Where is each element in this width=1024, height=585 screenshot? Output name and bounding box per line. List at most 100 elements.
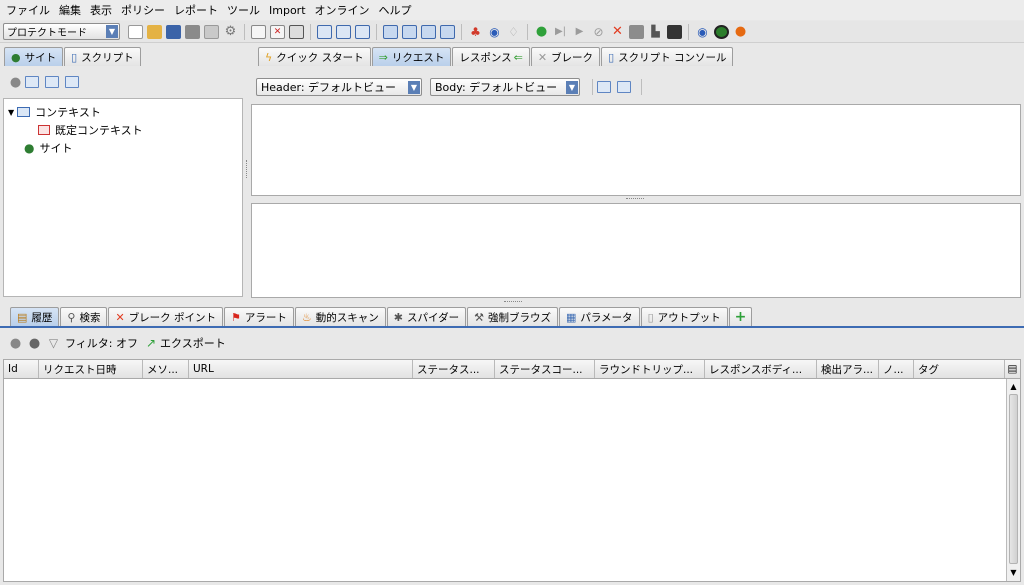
column-header-url[interactable]: URL: [189, 360, 413, 378]
search-icon: ⚲: [67, 310, 76, 324]
expand-triangle-icon[interactable]: ▼: [8, 108, 14, 117]
history-table-body[interactable]: [3, 378, 1021, 582]
vertical-scrollbar[interactable]: ▲ ▼: [1006, 379, 1020, 581]
new-context-icon[interactable]: [25, 76, 39, 88]
mode-select[interactable]: プロテクトモード ▼: [3, 23, 120, 40]
menu-import[interactable]: Import: [269, 4, 306, 17]
menu-report[interactable]: レポート: [174, 2, 218, 18]
column-header-status-code[interactable]: ステータスコー...: [495, 360, 595, 378]
main-horizontal-split-handle[interactable]: [504, 301, 522, 303]
column-header-alerts[interactable]: 検出アラ...: [817, 360, 879, 378]
options-gear-icon[interactable]: ⚙: [223, 24, 238, 39]
filter-status[interactable]: フィルタ: オフ: [65, 335, 138, 351]
lightbulb-icon[interactable]: ♢: [506, 25, 521, 39]
scroll-down-arrow-icon[interactable]: ▼: [1007, 565, 1020, 579]
session-properties-icon[interactable]: [204, 24, 219, 39]
menu-file[interactable]: ファイル: [6, 2, 50, 18]
body-view-select[interactable]: Body: デフォルトビュー ▼: [430, 78, 580, 96]
layout-full-icon[interactable]: [317, 24, 332, 39]
scroll-up-arrow-icon[interactable]: ▲: [1007, 379, 1020, 393]
hud-icon[interactable]: [714, 24, 729, 39]
tab-spider[interactable]: ✱ スパイダー: [386, 307, 467, 326]
add-tab-button[interactable]: +: [728, 307, 753, 326]
snapshot-icon[interactable]: [185, 24, 200, 39]
vertical-split-handle[interactable]: [246, 160, 248, 178]
tree-item-default-context[interactable]: 既定コンテキスト: [8, 121, 238, 139]
hide-tabs-icon[interactable]: ✕: [270, 24, 285, 39]
tab-alerts[interactable]: ⚑ アラート: [224, 307, 294, 326]
column-header-status[interactable]: ステータス...: [413, 360, 495, 378]
split-vertical-icon[interactable]: [617, 81, 631, 93]
proxy-icon[interactable]: ◉: [487, 25, 502, 39]
tab-quick-start[interactable]: ϟ クイック スタート: [258, 47, 371, 66]
import-context-icon[interactable]: [45, 76, 59, 88]
tab-history[interactable]: ▤ 履歴: [10, 307, 60, 326]
filter-funnel-icon[interactable]: ▽: [46, 336, 61, 350]
history-toolbar: ● ● ▽ フィルタ: オフ ↗ エクスポート: [0, 333, 1024, 353]
menu-help[interactable]: ヘルプ: [379, 2, 412, 18]
tab-response[interactable]: レスポンス ⇐: [452, 47, 530, 66]
column-header-note[interactable]: ノ...: [879, 360, 914, 378]
break-all-icon[interactable]: ●: [534, 24, 549, 39]
tab-output[interactable]: ▯ アウトプット: [640, 307, 728, 326]
chevron-down-icon: ▼: [566, 80, 578, 94]
export-button[interactable]: エクスポート: [160, 335, 226, 351]
menu-tools[interactable]: ツール: [227, 2, 260, 18]
request-header-panel[interactable]: [251, 104, 1021, 196]
split-horizontal-icon[interactable]: [597, 81, 611, 93]
drop-icon[interactable]: ⊘: [591, 25, 606, 39]
tree-item-sites[interactable]: ● サイト: [8, 139, 238, 157]
encode-decode-icon[interactable]: [629, 24, 644, 39]
column-header-tags[interactable]: タグ: [914, 360, 1005, 378]
tree-item-contexts[interactable]: ▼ コンテキスト: [8, 103, 238, 121]
scan-policy-icon[interactable]: ♣: [468, 25, 483, 39]
pin-tabs-icon[interactable]: [289, 24, 304, 39]
column-header-req-time[interactable]: リクエスト日時: [39, 360, 143, 378]
new-session-icon[interactable]: [128, 24, 143, 39]
chevron-down-icon: ▼: [106, 25, 118, 38]
statistics-icon[interactable]: ▙: [648, 25, 663, 39]
column-header-method[interactable]: メソ...: [143, 360, 189, 378]
export-context-icon[interactable]: [65, 76, 79, 88]
column-chooser-icon[interactable]: ▤: [1005, 360, 1020, 378]
tab-params[interactable]: ▦ パラメータ: [558, 307, 640, 326]
tab-sites[interactable]: ● サイト: [4, 47, 64, 66]
save-session-icon[interactable]: [166, 24, 181, 39]
tab-script-console[interactable]: ▯ スクリプト コンソール: [601, 47, 734, 66]
tab-request[interactable]: ⇒ リクエスト: [371, 47, 452, 66]
view-sidebyside-icon[interactable]: [421, 24, 436, 39]
view-split-icon[interactable]: [402, 24, 417, 39]
horizontal-split-handle[interactable]: [626, 198, 644, 200]
tab-break[interactable]: ✕ ブレーク: [530, 47, 601, 66]
cross-icon[interactable]: ✕: [610, 24, 625, 39]
show-tabs-icon[interactable]: [251, 24, 266, 39]
continue-icon[interactable]: ▶: [572, 25, 587, 39]
tab-forced-browse[interactable]: ⚒ 強制ブラウズ: [467, 307, 558, 326]
globe-gray-icon[interactable]: ●: [27, 336, 42, 351]
menu-policy[interactable]: ポリシー: [121, 2, 165, 18]
view-stack-icon[interactable]: [440, 24, 455, 39]
layout-horizontal-icon[interactable]: [336, 24, 351, 39]
column-header-id[interactable]: Id: [4, 360, 39, 378]
menu-view[interactable]: 表示: [90, 2, 112, 18]
tab-breakpoints[interactable]: ✕ ブレーク ポイント: [108, 307, 224, 326]
open-session-icon[interactable]: [147, 24, 162, 39]
circle-icon[interactable]: ●: [8, 75, 23, 90]
view-tabs-icon[interactable]: [383, 24, 398, 39]
request-body-panel[interactable]: [251, 203, 1021, 298]
column-header-rtt[interactable]: ラウンドトリップ...: [595, 360, 705, 378]
circle-icon[interactable]: ●: [8, 336, 23, 351]
column-header-resp-body[interactable]: レスポンスボディ...: [705, 360, 817, 378]
step-icon[interactable]: ▶|: [553, 25, 568, 39]
tab-search[interactable]: ⚲ 検索: [60, 307, 108, 326]
help-icon[interactable]: ◉: [695, 25, 710, 39]
tab-active-scan[interactable]: ♨ 動的スキャン: [294, 307, 386, 326]
firefox-icon[interactable]: ●: [733, 24, 748, 39]
header-view-select[interactable]: Header: デフォルトビュー ▼: [256, 78, 422, 96]
tab-scripts[interactable]: ▯ スクリプト: [64, 47, 141, 66]
layout-vertical-icon[interactable]: [355, 24, 370, 39]
menu-online[interactable]: オンライン: [315, 2, 370, 18]
menu-edit[interactable]: 編集: [59, 2, 81, 18]
scrollbar-thumb[interactable]: [1009, 394, 1018, 564]
console-icon[interactable]: [667, 24, 682, 39]
